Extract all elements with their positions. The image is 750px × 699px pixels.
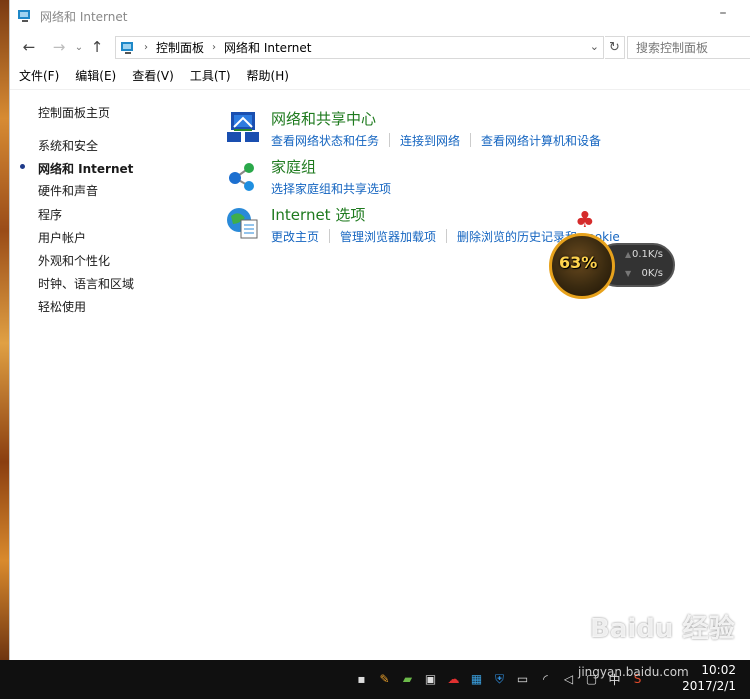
view-network-computers-link[interactable]: 查看网络计算机和设备 — [481, 132, 601, 149]
breadcrumb-network[interactable]: 网络和 Internet — [224, 39, 311, 56]
homegroup-links: 选择家庭组和共享选项 — [271, 180, 391, 197]
change-homepage-link[interactable]: 更改主页 — [271, 228, 319, 245]
search-placeholder: 搜索控制面板 — [636, 41, 709, 55]
sidebar-item-hardware-sound[interactable]: 硬件和声音 — [38, 182, 98, 199]
link-divider — [389, 133, 391, 147]
link-divider — [446, 229, 448, 243]
wifi-tray-icon[interactable]: ◜ — [534, 670, 557, 688]
network-app-icon — [18, 10, 30, 22]
manage-addons-link[interactable]: 管理浏览器加载项 — [340, 228, 436, 245]
internet-options-icon — [227, 208, 258, 239]
back-button[interactable]: ← — [18, 36, 40, 58]
clock-time: 10:02 — [701, 663, 736, 677]
network-tray-icon[interactable]: ▪ — [350, 670, 373, 688]
window-title: 网络和 Internet — [40, 9, 128, 24]
network-sharing-links: 查看网络状态和任务 连接到网络 查看网络计算机和设备 — [271, 132, 601, 149]
chevron-right-icon: › — [212, 42, 217, 53]
printer-tray-icon[interactable]: ▣ — [419, 670, 442, 688]
section-homegroup: 家庭组 选择家庭组和共享选项 — [225, 156, 745, 200]
active-bullet-icon — [20, 164, 25, 169]
title-bar: 网络和 Internet – — [10, 0, 750, 32]
security-tray-icon[interactable]: ▦ — [465, 670, 488, 688]
driver-tray-icon[interactable]: ▰ — [396, 670, 419, 688]
navigation-bar: ← → ⌄ ↑ › 控制面板 › 网络和 Internet ⌄ ↻ 搜索控制面板 — [10, 32, 750, 62]
upload-speed: 0.1K/s — [631, 249, 663, 260]
sidebar-item-system-security[interactable]: 系统和安全 — [38, 137, 98, 154]
sidebar-item-ease-of-access[interactable]: 轻松使用 — [38, 298, 86, 315]
pen-tray-icon[interactable]: ✎ — [373, 670, 396, 688]
menu-help[interactable]: 帮助(H) — [247, 67, 289, 84]
homegroup-options-link[interactable]: 选择家庭组和共享选项 — [271, 180, 391, 197]
monitor-tray-icon[interactable]: ▭ — [511, 670, 534, 688]
recent-locations-button[interactable]: ⌄ — [72, 36, 86, 58]
refresh-button[interactable]: ↻ — [605, 36, 625, 59]
cloud-tray-icon[interactable]: ☁ — [442, 670, 465, 688]
sidebar-item-clock-region[interactable]: 时钟、语言和区域 — [38, 275, 134, 292]
clock-date: 2017/2/1 — [682, 679, 736, 693]
menu-file[interactable]: 文件(F) — [19, 67, 59, 84]
chevron-down-icon[interactable]: ⌄ — [590, 40, 599, 53]
menu-tools[interactable]: 工具(T) — [190, 67, 231, 84]
control-panel-window: 网络和 Internet – ← → ⌄ ↑ › 控制面板 › 网络和 Inte… — [9, 0, 750, 660]
control-panel-icon — [121, 41, 133, 54]
sidebar-item-programs[interactable]: 程序 — [38, 206, 62, 223]
rooster-comb-icon: ♣ — [575, 208, 595, 233]
memory-percent: 63% — [559, 253, 598, 272]
sidebar-item-appearance[interactable]: 外观和个性化 — [38, 252, 110, 269]
baidu-watermark-url: jingyan.baidu.com — [578, 665, 689, 679]
address-bar[interactable]: › 控制面板 › 网络和 Internet ⌄ — [115, 36, 604, 59]
forward-button[interactable]: → — [48, 36, 70, 58]
minimize-button[interactable]: – — [716, 6, 730, 20]
search-input[interactable]: 搜索控制面板 — [627, 36, 750, 59]
network-sharing-icon — [227, 112, 259, 142]
baidu-watermark-logo: Baidu 经验 — [590, 614, 735, 644]
taskbar-clock[interactable]: 10:02 2017/2/1 — [682, 662, 736, 694]
breadcrumb-control-panel[interactable]: 控制面板 — [156, 39, 204, 56]
menu-bar: 文件(F) 编辑(E) 查看(V) 工具(T) 帮助(H) — [10, 62, 750, 90]
sidebar-item-network[interactable]: 网络和 Internet — [38, 160, 133, 177]
upload-arrow-icon: ▲ — [625, 250, 632, 259]
sidebar-item-user-accounts[interactable]: 用户帐户 — [38, 229, 86, 246]
network-sharing-title[interactable]: 网络和共享中心 — [271, 108, 376, 129]
chevron-right-icon: › — [144, 42, 148, 53]
volume-tray-icon[interactable]: ◁ — [557, 670, 580, 688]
homegroup-icon — [229, 163, 254, 191]
download-arrow-icon: ▼ — [625, 269, 632, 278]
connect-network-link[interactable]: 连接到网络 — [400, 132, 460, 149]
sidebar-home-link[interactable]: 控制面板主页 — [38, 104, 110, 121]
network-speed-widget[interactable]: ▲ 0.1K/s ▼ 0K/s ♣ 63% — [547, 208, 687, 299]
section-network-sharing: 网络和共享中心 查看网络状态和任务 连接到网络 查看网络计算机和设备 — [225, 108, 745, 152]
link-divider — [470, 133, 472, 147]
desktop-wallpaper — [0, 0, 9, 660]
homegroup-title[interactable]: 家庭组 — [271, 156, 316, 177]
internet-options-title[interactable]: Internet 选项 — [271, 204, 365, 225]
download-speed: 0K/s — [641, 268, 664, 279]
menu-view[interactable]: 查看(V) — [132, 67, 174, 84]
link-divider — [329, 229, 331, 243]
menu-edit[interactable]: 编辑(E) — [75, 67, 116, 84]
up-button[interactable]: ↑ — [86, 36, 108, 58]
view-network-status-link[interactable]: 查看网络状态和任务 — [271, 132, 379, 149]
shield-tray-icon[interactable]: ⛨ — [488, 670, 511, 688]
